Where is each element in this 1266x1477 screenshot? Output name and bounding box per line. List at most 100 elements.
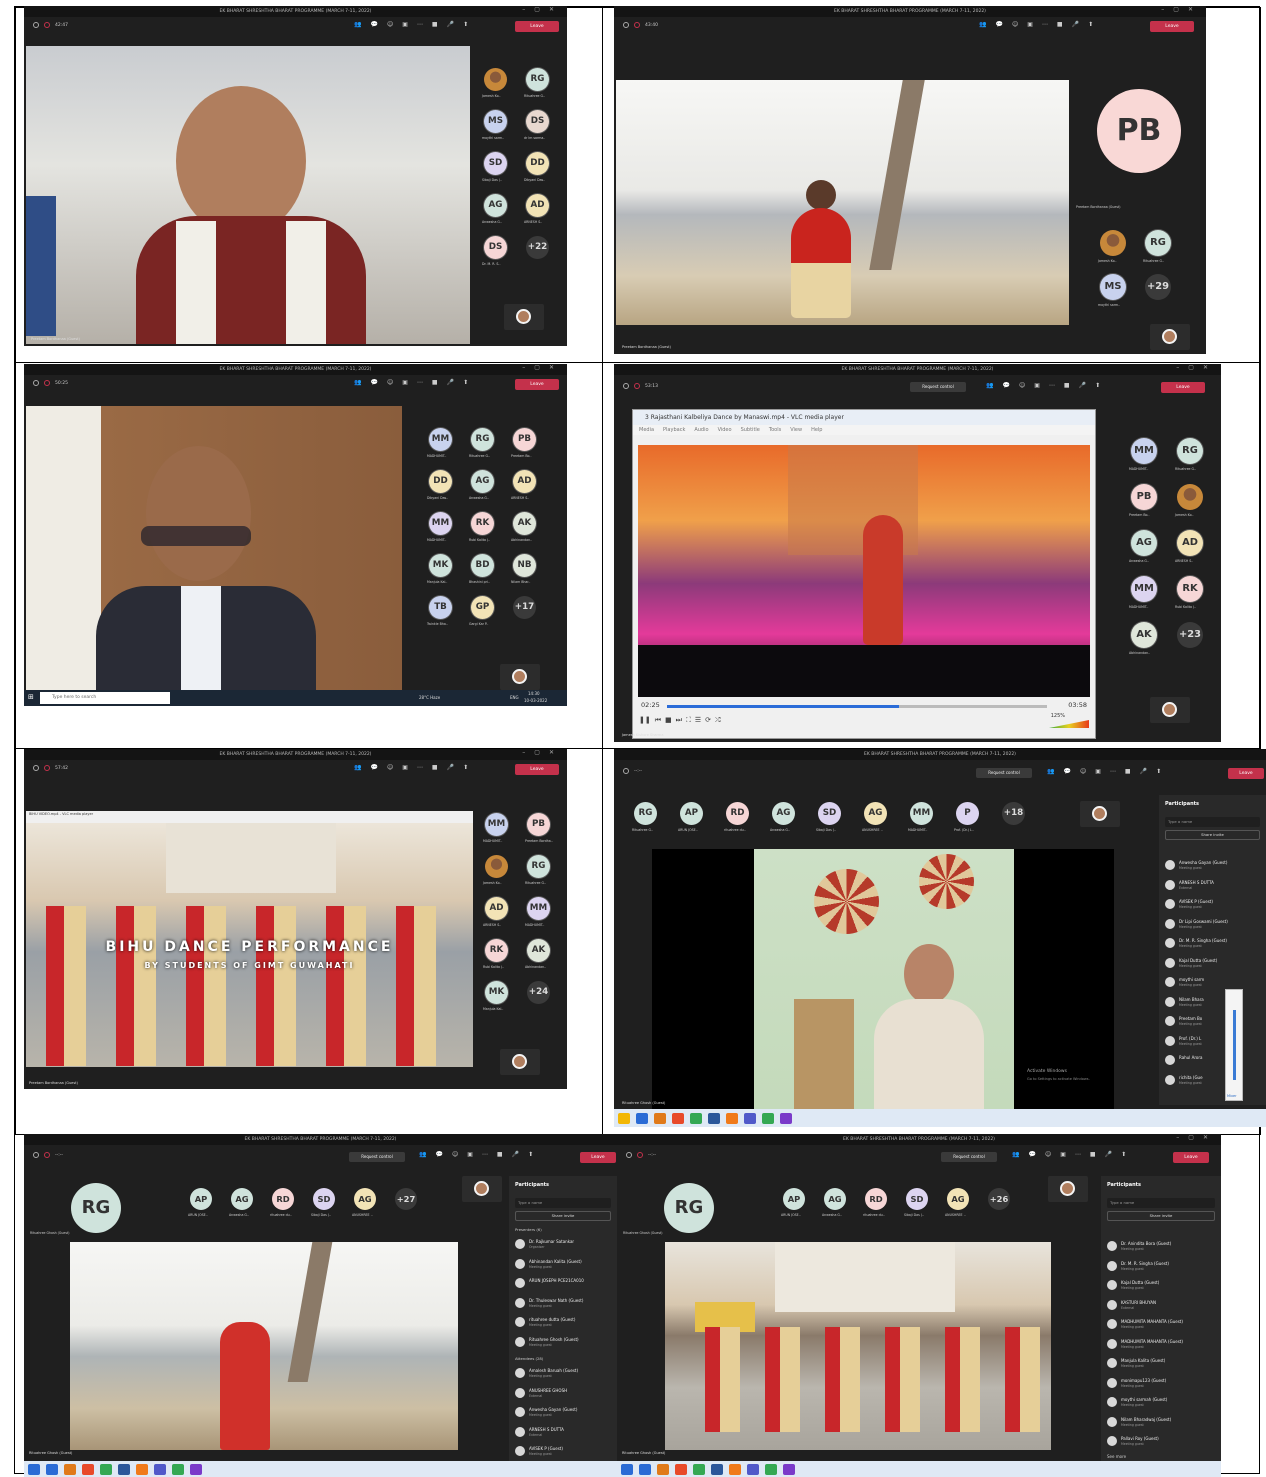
chat-icon[interactable]: 💬 bbox=[1063, 768, 1070, 775]
window-controls[interactable]: –▢✕ bbox=[522, 749, 563, 756]
folder-icon[interactable] bbox=[657, 1463, 669, 1475]
shuffle-icon[interactable]: ⤮ bbox=[715, 716, 721, 725]
participant-avatar[interactable]: AD bbox=[485, 897, 508, 920]
chrome-icon[interactable] bbox=[100, 1463, 112, 1475]
share-icon[interactable]: ⬆ bbox=[463, 764, 468, 771]
prev-icon[interactable]: ⏮ bbox=[655, 716, 661, 725]
participant-avatar[interactable]: RD bbox=[726, 802, 749, 825]
participant-avatar[interactable]: AP bbox=[190, 1188, 212, 1210]
more-participants-badge[interactable]: +26 bbox=[988, 1188, 1010, 1210]
participant-row[interactable]: Abhinandan Kalita (Guest) Meeting guest bbox=[515, 1256, 613, 1276]
camera-icon[interactable]: ■ bbox=[1090, 1151, 1096, 1158]
participant-avatar[interactable]: MS bbox=[484, 110, 507, 133]
participant-row[interactable]: ANUSHREE GHOSH External bbox=[515, 1385, 613, 1405]
participant-avatar[interactable]: MS bbox=[1100, 274, 1126, 300]
people-icon[interactable]: 👥 bbox=[986, 382, 993, 389]
toolbar-icons[interactable]: 👥 💬 ☺ ▣ ⋯ ■ 🎤 ⬆ bbox=[354, 379, 468, 386]
participant-avatar[interactable]: AK bbox=[527, 939, 550, 962]
loop-icon[interactable]: ⟳ bbox=[705, 716, 711, 725]
participant-avatar[interactable]: SD bbox=[818, 802, 841, 825]
participants-search[interactable]: Type a name bbox=[1165, 817, 1260, 827]
vlc-menu-item[interactable]: Tools bbox=[769, 427, 781, 433]
participant-avatar[interactable]: RG bbox=[634, 802, 657, 825]
participant-row[interactable]: Pallavi Roy (Guest) Meeting guest bbox=[1107, 1433, 1217, 1453]
participant-avatar[interactable]: AG bbox=[484, 194, 507, 217]
participant-row[interactable]: Dr. Rajkumar Satankar Organiser bbox=[515, 1236, 613, 1256]
participant-avatar[interactable]: AD bbox=[526, 194, 549, 217]
toolbar-icons[interactable]: 👥 💬 ☺ ▣ ⋯ ■ 🎤 ⬆ bbox=[1012, 1151, 1126, 1158]
react-icon[interactable]: ☺ bbox=[1045, 1151, 1051, 1158]
participant-avatar[interactable]: DS bbox=[526, 110, 549, 133]
camera-icon[interactable]: ■ bbox=[432, 21, 438, 28]
participant-avatar[interactable]: AG bbox=[947, 1188, 969, 1210]
participants-search[interactable]: Type a name bbox=[1107, 1198, 1215, 1208]
rooms-icon[interactable]: ▣ bbox=[402, 379, 408, 386]
share-invite-button[interactable]: Share invite bbox=[1165, 830, 1260, 840]
participant-avatar[interactable]: PB bbox=[513, 428, 536, 451]
participant-row[interactable]: Anwesha Gayan (Guest) Meeting guest bbox=[1165, 857, 1262, 877]
participant-row[interactable]: Dr. Anindita Bora (Guest) Meeting guest bbox=[1107, 1238, 1217, 1258]
leave-button[interactable]: Leave bbox=[1150, 21, 1194, 32]
explorer-icon[interactable] bbox=[618, 1112, 630, 1124]
mixer-slider[interactable] bbox=[1233, 1010, 1236, 1080]
teams-icon[interactable] bbox=[154, 1463, 166, 1475]
windows-start-icon[interactable]: ⊞ bbox=[28, 693, 34, 701]
participant-row[interactable]: ARUN JOSEPH PCE21CA010 bbox=[515, 1275, 613, 1295]
word-icon[interactable] bbox=[711, 1463, 723, 1475]
leave-button[interactable]: Leave bbox=[1173, 1152, 1209, 1163]
share-icon[interactable]: ⬆ bbox=[1156, 768, 1161, 775]
participant-avatar[interactable]: AG bbox=[1131, 530, 1157, 556]
react-icon[interactable]: ☺ bbox=[387, 764, 393, 771]
react-icon[interactable]: ☺ bbox=[452, 1151, 458, 1158]
camera-icon[interactable]: ■ bbox=[1125, 768, 1131, 775]
vlc-icon[interactable] bbox=[729, 1463, 741, 1475]
more-icon[interactable]: ⋯ bbox=[417, 379, 423, 386]
participant-row[interactable]: Rahul Arora bbox=[1165, 1052, 1262, 1072]
teams-icon[interactable] bbox=[744, 1112, 756, 1124]
chat-icon[interactable]: 💬 bbox=[435, 1151, 442, 1158]
camera-icon[interactable]: ■ bbox=[1064, 382, 1070, 389]
toolbar-icons[interactable]: 👥 💬 ☺ ▣ ⋯ ■ 🎤 ⬆ bbox=[986, 382, 1100, 389]
vlc-menu-item[interactable]: Playback bbox=[663, 427, 685, 433]
people-icon[interactable]: 👥 bbox=[1012, 1151, 1019, 1158]
participant-avatar[interactable]: DD bbox=[429, 470, 452, 493]
participant-avatar[interactable]: MM bbox=[429, 428, 452, 451]
more-participants-badge[interactable]: +24 bbox=[527, 981, 550, 1004]
participant-avatar[interactable]: RK bbox=[1177, 576, 1203, 602]
rooms-icon[interactable]: ▣ bbox=[467, 1151, 473, 1158]
participant-row[interactable]: MADHUMITA MAHANTA (Guest) Meeting guest bbox=[1107, 1336, 1217, 1356]
vlc-seekbar[interactable] bbox=[667, 705, 1047, 708]
participant-row[interactable]: Anwesha Gayan (Guest) Meeting guest bbox=[515, 1404, 613, 1424]
word-icon[interactable] bbox=[118, 1463, 130, 1475]
share-invite-button[interactable]: Share invite bbox=[515, 1211, 611, 1221]
chrome-icon[interactable] bbox=[172, 1463, 184, 1475]
more-participants-badge[interactable]: +22 bbox=[526, 236, 549, 259]
participant-avatar[interactable]: MM bbox=[485, 813, 508, 836]
participant-row[interactable]: Manjula Kalita (Guest) Meeting guest bbox=[1107, 1355, 1217, 1375]
app-icon[interactable] bbox=[190, 1463, 202, 1475]
app-icon[interactable] bbox=[783, 1463, 795, 1475]
teams-icon[interactable] bbox=[747, 1463, 759, 1475]
participant-avatar[interactable]: AG bbox=[231, 1188, 253, 1210]
mic-icon[interactable]: 🎤 bbox=[447, 21, 454, 28]
participant-avatar[interactable]: RG bbox=[527, 855, 550, 878]
leave-button[interactable]: Leave bbox=[515, 764, 559, 775]
participant-avatar[interactable]: AG bbox=[824, 1188, 846, 1210]
participant-avatar[interactable]: AK bbox=[1131, 622, 1157, 648]
participant-row[interactable]: MADHUMITA MAHANTA (Guest) Meeting guest bbox=[1107, 1316, 1217, 1336]
mic-icon[interactable]: 🎤 bbox=[1105, 1151, 1112, 1158]
more-icon[interactable]: ⋯ bbox=[1075, 1151, 1081, 1158]
rooms-icon[interactable]: ▣ bbox=[402, 21, 408, 28]
participant-avatar[interactable]: RG bbox=[1177, 438, 1203, 464]
toolbar-icons[interactable]: 👥 💬 ☺ ▣ ⋯ ■ 🎤 ⬆ bbox=[979, 21, 1093, 28]
camera-icon[interactable]: ■ bbox=[497, 1151, 503, 1158]
participant-row[interactable]: Kajal Dutta (Guest) Meeting guest bbox=[1107, 1277, 1217, 1297]
chrome-icon[interactable] bbox=[690, 1112, 702, 1124]
participant-row[interactable]: monimapu123 (Guest) Meeting guest bbox=[1107, 1375, 1217, 1395]
next-icon[interactable]: ⏭ bbox=[676, 716, 682, 725]
windows-start-icon[interactable] bbox=[28, 1463, 40, 1475]
app-icon[interactable] bbox=[780, 1112, 792, 1124]
share-icon[interactable]: ⬆ bbox=[1121, 1151, 1126, 1158]
participant-avatar[interactable]: AG bbox=[864, 802, 887, 825]
chat-icon[interactable]: 💬 bbox=[1028, 1151, 1035, 1158]
